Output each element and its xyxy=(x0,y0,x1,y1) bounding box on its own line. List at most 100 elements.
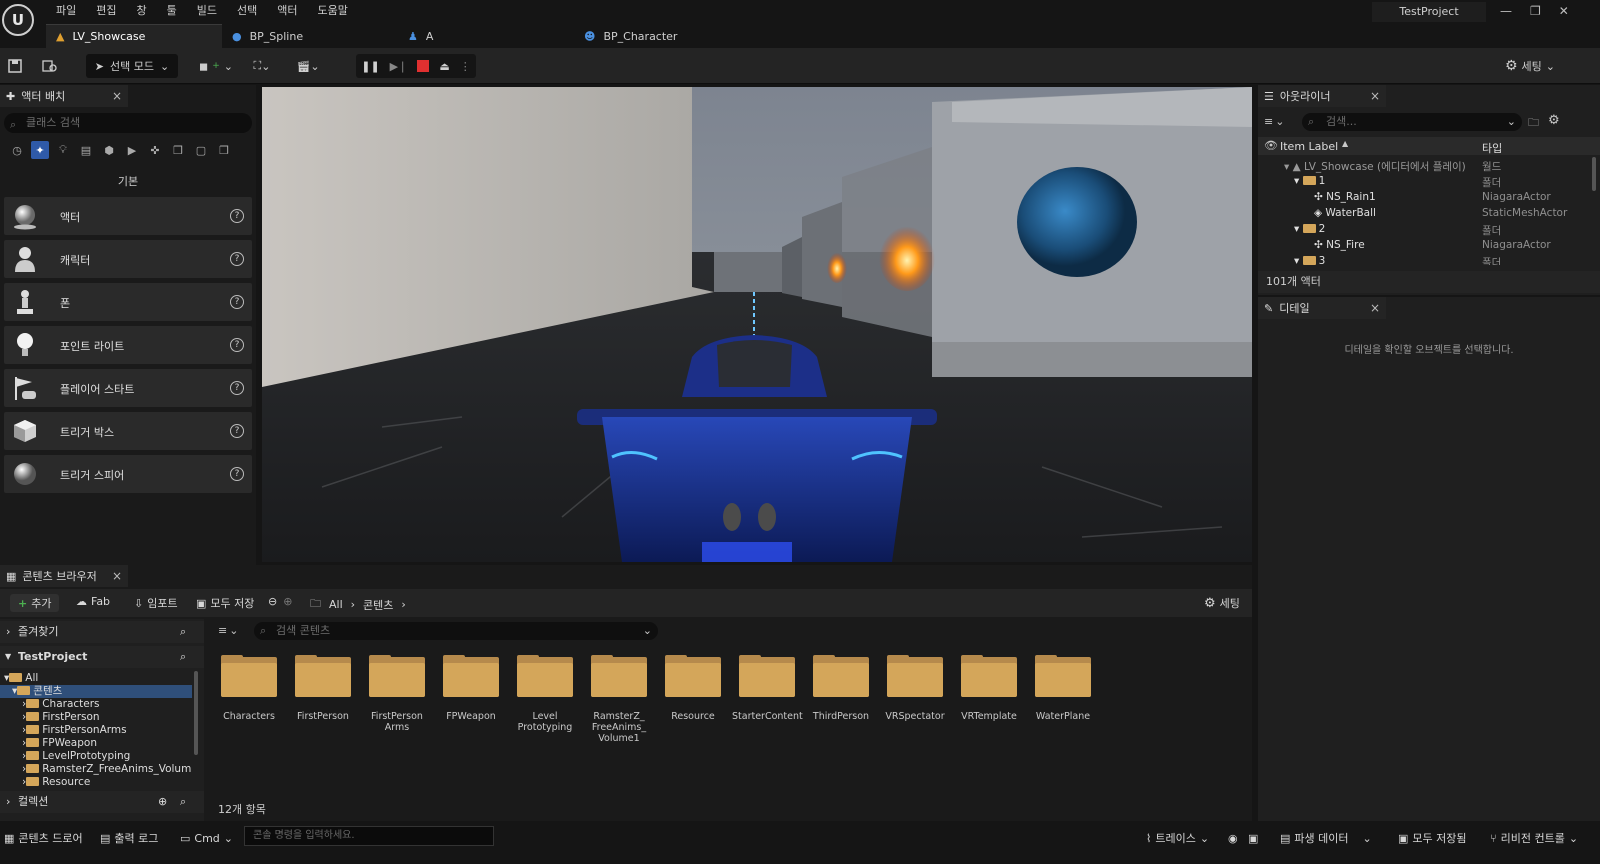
save-all-button[interactable]: ▣ 모두 저장 xyxy=(196,595,254,611)
tree-item[interactable]: › RamsterZ_FreeAnims_Volume xyxy=(0,763,192,776)
cinematics-button[interactable]: 🎬︎ ⌄ xyxy=(292,54,324,78)
outliner-row[interactable]: ▾ 2 폴더 xyxy=(1258,223,1588,239)
cb-filter-button[interactable]: ≡ ⌄ xyxy=(218,624,238,637)
tree-item-content[interactable]: ▾ 콘텐츠 xyxy=(0,685,192,698)
actor-item-point-light[interactable]: 포인트 라이트 ? xyxy=(4,326,252,364)
basic-icon[interactable]: ✦ xyxy=(31,141,49,159)
folder-tile[interactable]: WaterPlane xyxy=(1028,655,1098,722)
close-icon[interactable]: × xyxy=(1370,89,1380,103)
tree-item[interactable]: › LevelPrototyping xyxy=(0,750,192,763)
help-icon[interactable]: ? xyxy=(230,295,244,309)
unreal-logo-icon[interactable]: U xyxy=(2,4,34,36)
menu-file[interactable]: 파일 xyxy=(46,2,86,20)
filter-button[interactable]: ≡ ⌄ xyxy=(1264,115,1284,128)
class-search-input[interactable]: ⌕ 클래스 검색 xyxy=(4,113,252,133)
import-button[interactable]: ⇩ 임포트 xyxy=(134,595,178,611)
menu-edit[interactable]: 편집 xyxy=(86,2,126,20)
more-options-icon[interactable]: ⋮ xyxy=(460,60,471,73)
help-icon[interactable]: ? xyxy=(230,424,244,438)
help-icon[interactable]: ? xyxy=(230,252,244,266)
folder-tile[interactable]: FirstPerson Arms xyxy=(362,655,432,733)
actor-item-trigger-sphere[interactable]: 트리거 스피어 ? xyxy=(4,455,252,493)
tree-item[interactable]: › FirstPerson xyxy=(0,711,192,724)
folder-tile[interactable]: Level Prototyping xyxy=(510,655,580,733)
tree-item[interactable]: › Characters xyxy=(0,698,192,711)
output-log-button[interactable]: ▤ 출력 로그 xyxy=(100,828,158,848)
folder-tile[interactable]: Resource xyxy=(658,655,728,722)
select-mode-dropdown[interactable]: ➤ 선택 모드 ⌄ xyxy=(86,54,178,78)
collections-header[interactable]: › 컬렉션 ⊕ ⌕ xyxy=(0,791,204,813)
tree-item[interactable]: › Resource xyxy=(0,776,192,789)
folder-tile[interactable]: FirstPerson xyxy=(288,655,358,722)
eject-icon[interactable]: ⏏ xyxy=(439,60,449,73)
outliner-row[interactable]: ▾ ▲ LV_Showcase (에디터에서 플레이) 월드 xyxy=(1258,159,1588,175)
outliner-row[interactable]: ▾ 3 폴더 xyxy=(1258,255,1588,265)
search-icon[interactable]: ⌕ xyxy=(180,646,186,668)
tab-outliner[interactable]: ☰ 아웃라이너 × xyxy=(1258,85,1386,107)
tree-item[interactable]: › FPWeapon xyxy=(0,737,192,750)
tab-a[interactable]: ♟ A xyxy=(398,24,574,48)
folder-tile[interactable]: VRSpectator xyxy=(880,655,950,722)
geometry-icon[interactable]: ❐ xyxy=(215,141,233,159)
back-icon[interactable]: ⊖ xyxy=(268,595,277,608)
folder-tile[interactable]: VRTemplate xyxy=(954,655,1024,722)
forward-icon[interactable]: ⊕ xyxy=(283,595,292,608)
favorites-header[interactable]: › 즐겨찾기 ⌕ xyxy=(0,621,204,643)
lights-icon[interactable]: 💡︎ xyxy=(54,141,72,159)
outliner-row[interactable]: ◈ WaterBall StaticMeshActor xyxy=(1258,207,1588,223)
folder-tile[interactable]: StarterContent xyxy=(732,655,803,722)
actor-item-character[interactable]: 캐릭터 ? xyxy=(4,240,252,278)
revision-control-button[interactable]: ⑂ 리비전 컨트롤 ⌄ xyxy=(1490,828,1578,848)
folder-tile[interactable]: FPWeapon xyxy=(436,655,506,722)
tree-scrollbar[interactable] xyxy=(194,671,198,755)
menu-select[interactable]: 선택 xyxy=(227,2,267,20)
menu-actor[interactable]: 액터 xyxy=(267,2,307,20)
folder-tile[interactable]: ThirdPerson xyxy=(806,655,876,722)
close-icon[interactable]: × xyxy=(1370,301,1380,315)
tab-place-actors[interactable]: ✚ 액터 배치 × xyxy=(0,85,128,107)
help-icon[interactable]: ? xyxy=(230,338,244,352)
pause-icon[interactable]: ❚❚ xyxy=(361,60,379,73)
save-icon[interactable] xyxy=(6,54,24,78)
add-button[interactable]: + 추가 xyxy=(10,594,60,612)
actor-item-trigger-box[interactable]: 트리거 박스 ? xyxy=(4,412,252,450)
stop-icon[interactable] xyxy=(417,60,430,72)
trace-button[interactable]: ⌇ 트레이스 ⌄ xyxy=(1146,828,1209,848)
add-collection-icon[interactable]: ⊕ xyxy=(158,791,167,813)
gear-icon[interactable]: ⚙ xyxy=(1548,113,1560,128)
content-drawer-button[interactable]: ▦ 콘텐츠 드로어 xyxy=(4,828,83,848)
derived-data-button[interactable]: ▤ 파생 데이터 ⌄ xyxy=(1280,828,1372,848)
content-search-input[interactable]: ⌕ 검색 콘텐츠 ⌄ xyxy=(254,622,658,640)
tree-item-all[interactable]: ▾ All xyxy=(0,672,192,685)
outliner-row[interactable]: ✣ NS_Rain1 NiagaraActor xyxy=(1258,191,1588,207)
project-header[interactable]: ▼ TestProject ⌕ xyxy=(0,646,204,668)
cinematic-icon[interactable]: ▤ xyxy=(77,141,95,159)
breadcrumb-content[interactable]: 콘텐츠 xyxy=(363,597,393,613)
shapes-icon[interactable]: ▢ xyxy=(192,141,210,159)
level-viewport[interactable] xyxy=(262,87,1252,562)
help-icon[interactable]: ? xyxy=(230,381,244,395)
close-icon[interactable]: × xyxy=(112,569,122,583)
actor-item-pawn[interactable]: 폰 ? xyxy=(4,283,252,321)
search-icon[interactable]: ⌕ xyxy=(180,621,186,643)
content-icon[interactable] xyxy=(40,54,60,78)
fab-button[interactable]: ☁ Fab xyxy=(76,595,110,608)
eye-icon[interactable]: 👁︎ xyxy=(1264,139,1278,152)
tab-bp-character[interactable]: ☻ BP_Character xyxy=(574,24,750,48)
settings-button[interactable]: ⚙ 세팅 ⌄ xyxy=(1500,54,1560,78)
search-icon[interactable]: ⌕ xyxy=(180,791,186,813)
tab-content-browser[interactable]: ▦ 콘텐츠 브라우저 × xyxy=(0,565,128,587)
folder-tile[interactable]: RamsterZ_ FreeAnims_ Volume1 xyxy=(584,655,654,744)
blueprint-button[interactable]: ⛶ ⌄ xyxy=(246,54,278,78)
add-actor-button[interactable]: ◼ + ⌄ xyxy=(199,54,233,78)
outliner-row[interactable]: ▾ 1 폴더 xyxy=(1258,175,1588,191)
volumes-icon[interactable]: ✜ xyxy=(146,141,164,159)
column-item-label[interactable]: Item Label xyxy=(1280,140,1338,153)
help-icon[interactable]: ? xyxy=(230,467,244,481)
tab-lv-showcase[interactable]: ▲ LV_Showcase xyxy=(46,24,222,48)
close-window-icon[interactable]: ✕ xyxy=(1559,4,1569,18)
actor-item-player-start[interactable]: 플레이어 스타트 ? xyxy=(4,369,252,407)
all-classes-icon[interactable]: ❒ xyxy=(169,141,187,159)
actor-item-actor[interactable]: 액터 ? xyxy=(4,197,252,235)
outliner-row[interactable]: ✣ NS_Fire NiagaraActor xyxy=(1258,239,1588,255)
